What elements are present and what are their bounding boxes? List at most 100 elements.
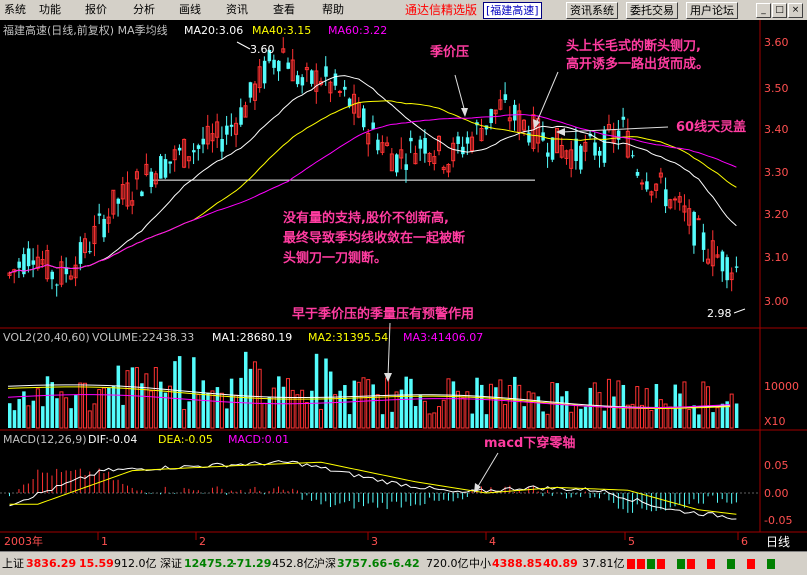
ma40-readout: MA40:3.15	[252, 24, 311, 37]
menu-analysis[interactable]: 分析	[131, 2, 157, 18]
restore-icon[interactable]: □	[772, 3, 787, 18]
sh-amount: 912.0亿	[114, 557, 157, 570]
candle-body	[149, 171, 154, 187]
volume-bar	[111, 385, 116, 428]
macd-readout: MACD:0.01	[228, 433, 289, 446]
candle-body	[631, 155, 635, 157]
sz-name[interactable]: 深证	[160, 556, 182, 571]
candle-body	[465, 137, 470, 144]
zx-value: 4388.85	[492, 557, 543, 570]
candle-body	[50, 271, 54, 280]
volume-bar	[267, 396, 272, 428]
volume-bar	[17, 399, 21, 428]
zx-name[interactable]: 中小	[469, 556, 491, 571]
candle-body	[55, 284, 59, 286]
annotation-knife-2: 高开诱多一路出货而成。	[566, 56, 709, 72]
period-label[interactable]: 日线	[766, 535, 790, 549]
sz-amount: 452.8亿	[272, 557, 315, 570]
menu-help[interactable]: 帮助	[320, 2, 346, 18]
sz-value: 12475.2	[184, 557, 235, 570]
close-icon[interactable]: ×	[788, 3, 803, 18]
dea-readout: DEA:-0.05	[158, 433, 213, 446]
candle-body	[513, 104, 517, 121]
annotation-support-1: 没有量的支持,股价不创新高,	[283, 210, 449, 226]
sh-change: 15.59	[79, 557, 114, 570]
symbol-box[interactable]: [福建高速]	[483, 2, 542, 19]
volume-bar	[121, 404, 125, 428]
hs-name[interactable]: 沪深	[314, 556, 336, 571]
macd-tick: -0.05	[764, 514, 792, 527]
volume-bar	[50, 382, 54, 428]
price-tick: 3.00	[764, 295, 789, 308]
volume-bar	[215, 387, 220, 428]
forum-button[interactable]: 用户论坛	[686, 2, 738, 19]
candle-body	[489, 109, 493, 124]
annotation-support-3: 头铡刀一刀铡断。	[283, 250, 387, 266]
status-bar: 上证 3836.29 15.59 912.0亿 深证 12475.2 -71.2…	[0, 551, 807, 575]
volume-bar	[74, 394, 78, 428]
volume-bar	[513, 376, 517, 428]
candle-body	[527, 132, 531, 143]
annotation-macd-cross: macd下穿零轴	[484, 435, 575, 451]
volume-bar	[343, 385, 347, 428]
vol-ma2-readout: MA2:31395.54	[308, 331, 388, 344]
candle-body	[220, 139, 224, 152]
sh-value: 3836.29	[26, 557, 77, 570]
stock-chart[interactable]: 福建高速(日线,前复权) MA季均线 MA20:3.06 MA40:3.15 M…	[0, 20, 807, 551]
annotation-jijiaya: 季价压	[429, 44, 469, 60]
volume-bar	[206, 392, 210, 428]
volume-bar	[734, 403, 739, 428]
candle-body	[177, 147, 182, 151]
candle-body	[31, 260, 36, 265]
candle-body	[371, 122, 375, 130]
menu-function[interactable]: 功能	[37, 2, 63, 18]
vol-tick: 10000	[764, 380, 799, 393]
volume-bar	[380, 414, 385, 428]
candle-body	[196, 145, 201, 149]
candle-body	[140, 191, 144, 197]
candle-body	[168, 161, 172, 164]
menu-draw[interactable]: 画线	[177, 2, 203, 18]
volume-bar	[451, 381, 456, 428]
volume-bar	[130, 367, 135, 428]
sz-change: -71.29	[232, 557, 272, 570]
sh-name[interactable]: 上证	[2, 556, 24, 571]
candle-body	[409, 137, 413, 142]
macd-label: MACD(12,26,9)	[3, 433, 87, 446]
candle-body	[300, 77, 305, 86]
candle-body	[225, 125, 229, 135]
menu-bar: 系统 功能 报价 分析 画线 资讯 查看 帮助 通达信精选版 [福建高速] 资讯…	[0, 0, 807, 21]
trade-button[interactable]: 委托交易	[626, 2, 678, 19]
candle-body	[550, 137, 555, 160]
app-brand: 通达信精选版	[405, 3, 478, 17]
menu-quote[interactable]: 报价	[83, 2, 109, 18]
volume-readout: VOLUME:22438.33	[92, 331, 194, 344]
candle-body	[248, 82, 253, 98]
volume-bar	[352, 380, 357, 428]
candle-body	[333, 73, 338, 86]
volume-bar	[480, 384, 484, 428]
chart-title: 福建高速(日线,前复权) MA季均线	[3, 23, 168, 37]
volume-bar	[281, 386, 286, 428]
candle-body	[696, 218, 701, 221]
menu-view[interactable]: 查看	[271, 2, 297, 18]
volume-bar	[324, 358, 328, 428]
volume-bar	[711, 412, 715, 428]
volume-bar	[116, 365, 121, 428]
candle-body	[159, 156, 163, 179]
volume-bar	[244, 351, 248, 428]
menu-system[interactable]: 系统	[2, 2, 28, 18]
minimize-icon[interactable]: _	[756, 3, 771, 18]
candle-body	[639, 182, 644, 185]
volume-bar	[229, 378, 234, 428]
menu-info[interactable]: 资讯	[224, 2, 250, 18]
info-system-button[interactable]: 资讯系统	[566, 2, 618, 19]
candle-body	[546, 152, 550, 157]
volume-bar	[560, 396, 564, 428]
volume-bar	[541, 411, 545, 428]
price-tick: 3.60	[764, 36, 789, 49]
candle-body	[376, 139, 380, 151]
candle-body	[88, 251, 92, 253]
volume-bar	[475, 377, 479, 428]
candle-body	[97, 213, 102, 216]
